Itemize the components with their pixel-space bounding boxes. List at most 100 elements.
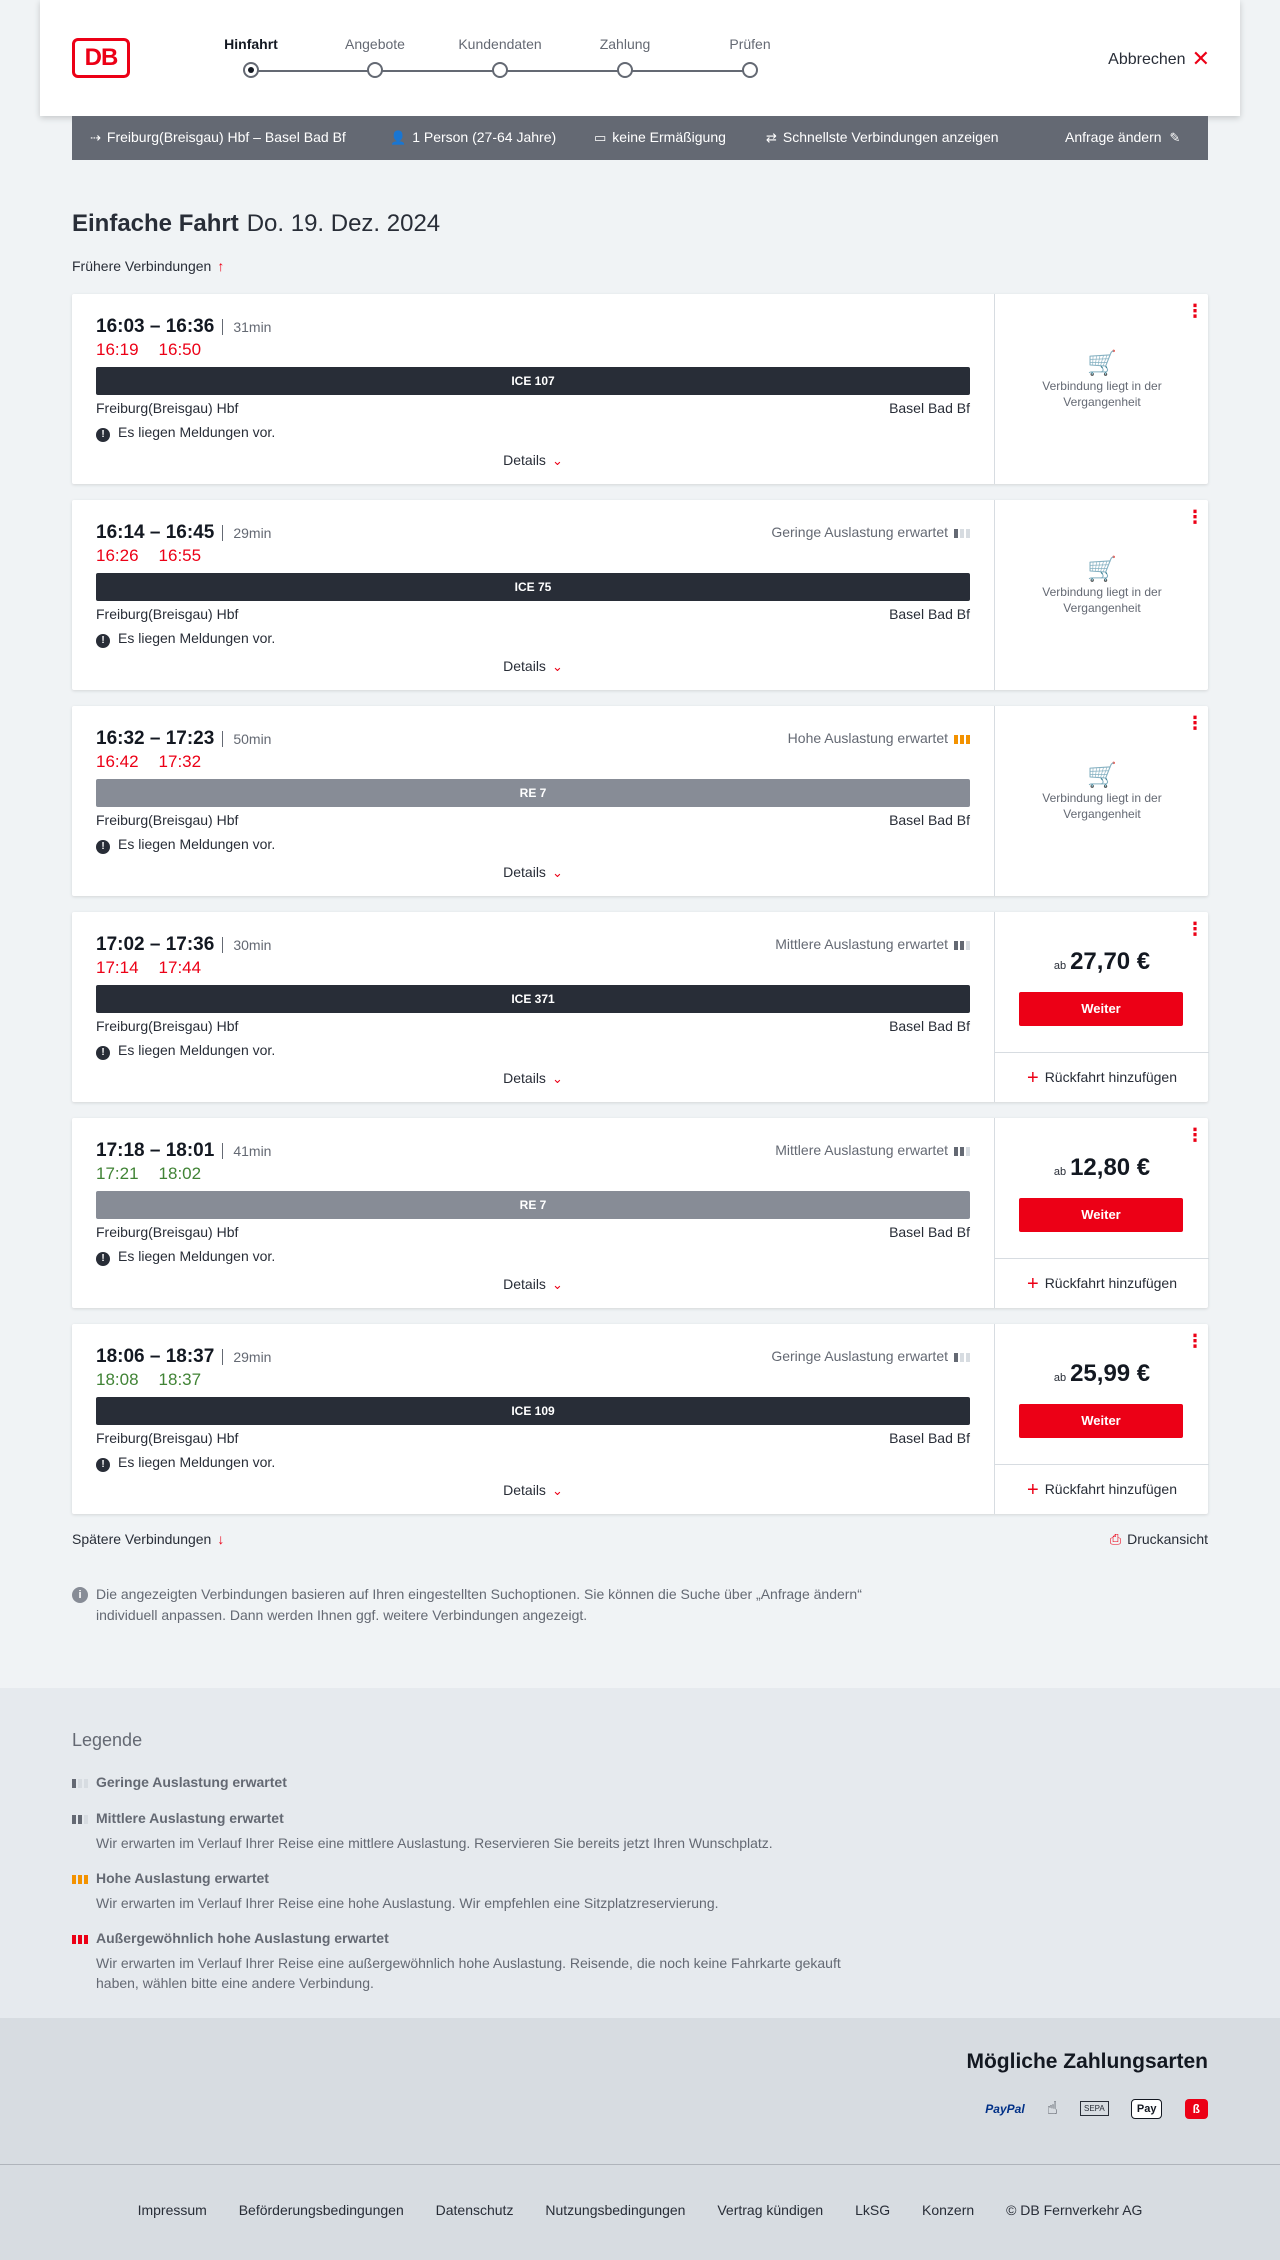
occupancy-indicator: Mittlere Auslastung erwartet [775, 936, 970, 952]
messages-text: Es liegen Meldungen vor. [118, 630, 276, 646]
occupancy-exceptional-icon [72, 1932, 88, 1944]
train-bar[interactable]: ICE 75 [96, 573, 970, 601]
train-bar[interactable]: RE 7 [96, 779, 970, 807]
footer-link-konzern[interactable]: Konzern [922, 2202, 974, 2218]
more-options-icon[interactable]: ⋮ [1186, 302, 1204, 320]
messages-notice: ! Es liegen Meldungen vor. [96, 1248, 275, 1266]
fastest-text: Schnellste Verbindungen anzeigen [782, 129, 999, 145]
train-bar[interactable]: RE 7 [96, 1191, 970, 1219]
alert-icon: ! [96, 1046, 110, 1060]
info-icon: i [72, 1587, 88, 1603]
later-connections-link[interactable]: Spätere Verbindungen ↓ [72, 1531, 224, 1547]
departure-station: Freiburg(Breisgau) Hbf [96, 606, 239, 622]
messages-text: Es liegen Meldungen vor. [118, 836, 276, 852]
connection-times: 17:02 – 17:36 30min [96, 934, 272, 956]
legend-item-low: Geringe Auslastung erwartet [72, 1774, 852, 1790]
more-options-icon[interactable]: ⋮ [1186, 1126, 1204, 1144]
passenger-text: 1 Person (27-64 Jahre) [412, 129, 557, 145]
occupancy-mid-icon [72, 1812, 88, 1824]
add-return-trip-button[interactable]: + Rückfahrt hinzufügen [995, 1258, 1209, 1308]
footer-copyright: © DB Fernverkehr AG [1006, 2202, 1143, 2218]
passenger-summary: 👤 1 Person (27-64 Jahre) [390, 129, 556, 146]
more-options-icon[interactable]: ⋮ [1186, 508, 1204, 526]
pencil-icon: ✎ [1169, 130, 1181, 145]
continue-button[interactable]: Weiter [1019, 1404, 1183, 1438]
scheduled-times: 16:32 – 17:23 [96, 728, 215, 749]
train-bar[interactable]: ICE 371 [96, 985, 970, 1013]
chevron-down-icon: ⌄ [551, 1277, 563, 1292]
occupancy-indicator: Geringe Auslastung erwartet [771, 524, 970, 540]
connection-card: 17:18 – 18:01 41min 17:21 18:02 Mittlere A… [72, 1118, 1209, 1308]
earlier-connections-link[interactable]: Frühere Verbindungen ↑ [72, 258, 224, 274]
add-return-trip-button[interactable]: + Rückfahrt hinzufügen [995, 1052, 1209, 1102]
details-toggle[interactable]: Details ⌄ [72, 658, 994, 675]
departure-station: Freiburg(Breisgau) Hbf [96, 400, 239, 416]
chevron-down-icon: ⌄ [551, 865, 563, 880]
connection-main[interactable]: 17:18 – 18:01 41min 17:21 18:02 Mittlere A… [72, 1118, 994, 1308]
more-options-icon[interactable]: ⋮ [1186, 920, 1204, 938]
details-toggle[interactable]: Details ⌄ [72, 1070, 994, 1087]
realtime-departure: 17:14 [96, 958, 139, 977]
cart-unavailable-icon: 🛒 [1087, 556, 1117, 583]
details-toggle[interactable]: Details ⌄ [72, 1482, 994, 1499]
train-bar[interactable]: ICE 107 [96, 367, 970, 395]
discount-text: keine Ermäßigung [612, 129, 726, 145]
price: ab 12,80 € [995, 1154, 1209, 1182]
step-zahlung: Zahlung [570, 36, 680, 78]
continue-button[interactable]: Weiter [1019, 1198, 1183, 1232]
footer-link-befoerderung[interactable]: Beförderungsbedingungen [239, 2202, 404, 2218]
legend-title: Legende [72, 1730, 143, 1750]
footer-link-datenschutz[interactable]: Datenschutz [436, 2202, 514, 2218]
details-toggle[interactable]: Details ⌄ [72, 864, 994, 881]
footer: Impressum Beförderungsbedingungen Datens… [0, 2164, 1280, 2260]
scheduled-times: 17:02 – 17:36 [96, 934, 215, 955]
footer-link-lksg[interactable]: LkSG [855, 2202, 890, 2218]
connection-main[interactable]: 18:06 – 18:37 29min 18:08 18:37 Geringe Au… [72, 1324, 994, 1514]
legend-section: Legende Geringe Auslastung erwartet Mitt… [0, 1688, 1280, 2018]
price-prefix: ab [1053, 960, 1067, 972]
legend-item-desc: Wir erwarten im Verlauf Ihrer Reise eine… [96, 1835, 773, 1851]
details-toggle[interactable]: Details ⌄ [72, 452, 994, 469]
messages-notice: ! Es liegen Meldungen vor. [96, 1042, 275, 1060]
arrival-station: Basel Bad Bf [889, 400, 970, 416]
step-label: Angebote [345, 36, 405, 52]
add-return-trip-button[interactable]: + Rückfahrt hinzufügen [995, 1464, 1209, 1514]
print-view-link[interactable]: ⎙ Druckansicht [1110, 1531, 1208, 1548]
db-logo[interactable]: DB [72, 38, 130, 78]
sepa-icon: SEPA [1079, 2101, 1109, 2116]
route-text: Freiburg(Breisgau) Hbf – Basel Bad Bf [106, 129, 346, 145]
legend-item-desc: Wir erwarten im Verlauf Ihrer Reise eine… [96, 1895, 719, 1911]
departure-station: Freiburg(Breisgau) Hbf [96, 1018, 239, 1034]
details-toggle[interactable]: Details ⌄ [72, 1276, 994, 1293]
train-bar[interactable]: ICE 109 [96, 1397, 970, 1425]
more-options-icon[interactable]: ⋮ [1186, 1332, 1204, 1350]
connection-main[interactable]: 16:14 – 16:45 29min 16:26 16:55 Geringe Au… [72, 500, 994, 690]
duration: 30min [222, 937, 272, 953]
continue-button[interactable]: Weiter [1019, 992, 1183, 1026]
realtime-arrival: 16:50 [158, 340, 202, 359]
footer-link-nutzung[interactable]: Nutzungsbedingungen [545, 2202, 685, 2218]
apple-pay-label: Pay [1136, 2103, 1157, 2116]
messages-notice: ! Es liegen Meldungen vor. [96, 1454, 275, 1472]
connection-main[interactable]: 16:03 – 16:36 31min 16:19 16:50 ICE 107 Fr… [72, 294, 994, 484]
realtime-times: 18:08 18:37 [96, 1370, 221, 1390]
change-request-text: Anfrage ändern [1065, 129, 1162, 145]
footer-link-kuendigen[interactable]: Vertrag kündigen [717, 2202, 823, 2218]
footer-link-impressum[interactable]: Impressum [138, 2202, 207, 2218]
price: ab 25,99 € [995, 1360, 1209, 1388]
cancel-button[interactable]: Abbrechen ✕ [1108, 46, 1210, 72]
legend-item-mid: Mittlere Auslastung erwartet Wir erwarte… [72, 1810, 852, 1853]
past-label: Verbindung liegt in der Vergangenheit [1042, 585, 1162, 615]
departure-station: Freiburg(Breisgau) Hbf [96, 1224, 239, 1240]
occupancy-indicator: Hohe Auslastung erwartet [788, 730, 970, 746]
arrow-down-icon: ↓ [217, 1531, 225, 1547]
past-connection-notice: 🛒 Verbindung liegt in der Vergangenheit [995, 764, 1209, 822]
connection-main[interactable]: 17:02 – 17:36 30min 17:14 17:44 Mittlere A… [72, 912, 994, 1102]
discount-summary: ▭ keine Ermäßigung [594, 129, 726, 146]
connection-main[interactable]: 16:32 – 17:23 50min 16:42 17:32 Hohe Ausla… [72, 706, 994, 896]
more-options-icon[interactable]: ⋮ [1186, 714, 1204, 732]
occupancy-high-icon [72, 1872, 88, 1884]
messages-notice: ! Es liegen Meldungen vor. [96, 836, 275, 854]
fastest-toggle[interactable]: ⇄ Schnellste Verbindungen anzeigen [766, 129, 999, 146]
change-request-button[interactable]: Anfrage ändern ✎ [1065, 129, 1186, 146]
